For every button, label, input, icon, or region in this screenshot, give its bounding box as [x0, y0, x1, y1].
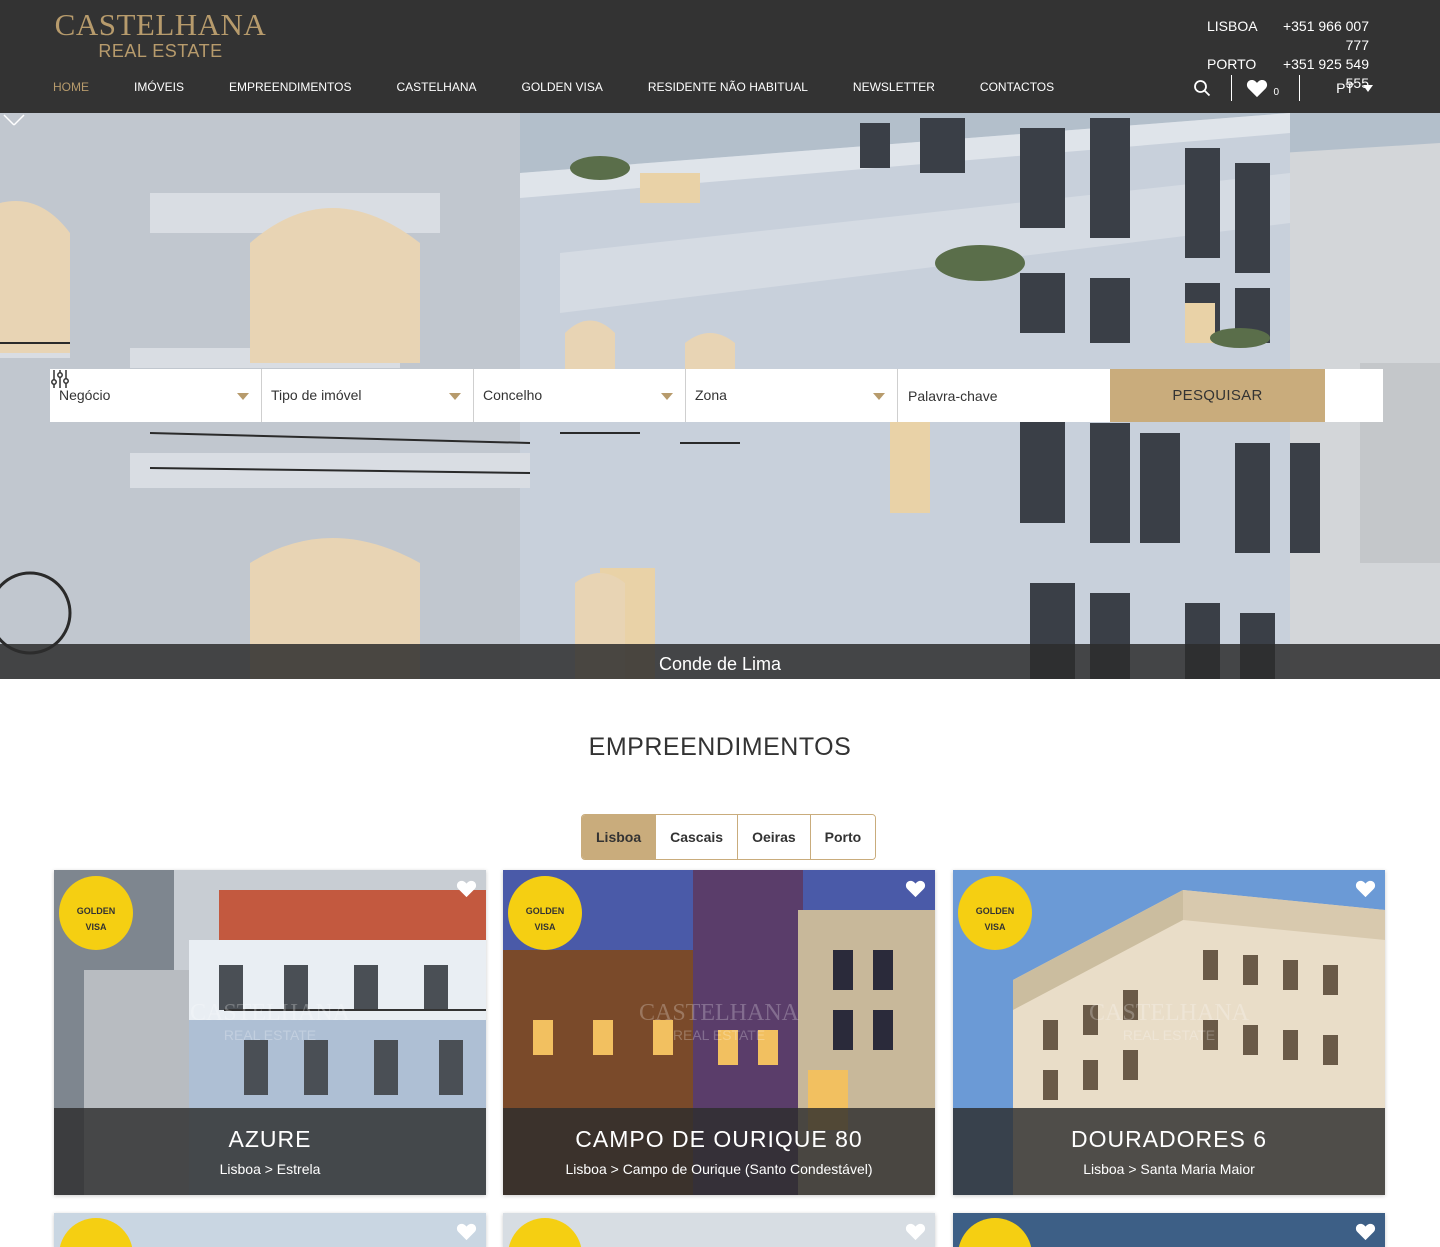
heart-icon[interactable]: [905, 879, 926, 898]
nav-imoveis[interactable]: IMÓVEIS: [134, 80, 184, 94]
badge-line: VISA: [85, 922, 107, 932]
heart-icon[interactable]: [1355, 879, 1376, 898]
card-caption: AZURE Lisboa > Estrela: [54, 1108, 486, 1195]
development-card[interactable]: CASTELHANA REAL ESTATE GOLDEN VISA AZURE …: [54, 870, 486, 1195]
card-location: Lisboa > Campo de Ourique (Santo Condest…: [565, 1161, 873, 1177]
nav-contactos[interactable]: CONTACTOS: [980, 80, 1054, 94]
business-select-label: Negócio: [59, 387, 111, 403]
watermark: CASTELHANA REAL ESTATE: [953, 1000, 1385, 1043]
nav-residente-nao-habitual[interactable]: RESIDENTE NÃO HABITUAL: [648, 80, 808, 94]
city-tabs: Lisboa Cascais Oeiras Porto: [581, 814, 877, 860]
logo-tagline: REAL ESTATE: [98, 41, 223, 61]
nav-home[interactable]: HOME: [53, 80, 89, 94]
development-card[interactable]: CASTELHANA REAL ESTATE GOLDEN VISA DOURAD…: [953, 870, 1385, 1195]
logo[interactable]: CASTELHANA REAL ESTATE: [53, 7, 268, 62]
card-caption: DOURADORES 6 Lisboa > Santa Maria Maior: [953, 1108, 1385, 1195]
zone-select[interactable]: Zona: [686, 369, 898, 422]
chevron-down-icon: [237, 393, 249, 400]
card-location: Lisboa > Santa Maria Maior: [1083, 1161, 1255, 1177]
nav-castelhana[interactable]: CASTELHANA: [396, 80, 476, 94]
heart-icon[interactable]: [1246, 78, 1268, 98]
business-select[interactable]: Negócio: [50, 369, 262, 422]
watermark: CASTELHANA REAL ESTATE: [503, 1000, 935, 1043]
search-icon[interactable]: [1193, 79, 1211, 97]
development-card[interactable]: [953, 1213, 1385, 1247]
site-header: CASTELHANA REAL ESTATE LISBOA +351 966 0…: [0, 0, 1440, 113]
watermark-name: CASTELHANA: [1089, 1000, 1249, 1026]
header-utilities: 0 PT: [1193, 75, 1373, 101]
golden-visa-badge: [958, 1218, 1032, 1247]
language-selector[interactable]: PT: [1336, 80, 1373, 96]
golden-visa-badge: GOLDEN VISA: [958, 876, 1032, 950]
zone-select-label: Zona: [695, 387, 727, 403]
golden-visa-badge: [59, 1218, 133, 1247]
hero-caption[interactable]: Conde de Lima: [0, 644, 1440, 679]
card-title: DOURADORES 6: [1070, 1126, 1268, 1152]
contact-city: LISBOA: [1207, 18, 1258, 34]
card-title: CAMPO DE OURIQUE 80: [575, 1126, 863, 1152]
development-card[interactable]: [54, 1213, 486, 1247]
tab-cascais[interactable]: Cascais: [655, 815, 738, 859]
hero-slider: Negócio Tipo de imóvel Concelho Zona PES…: [0, 113, 1440, 679]
card-caption: CAMPO DE OURIQUE 80 Lisboa > Campo de Ou…: [503, 1108, 935, 1195]
nav-empreendimentos[interactable]: EMPREENDIMENTOS: [229, 80, 351, 94]
contact-row-lisboa: LISBOA +351 966 007 777: [1207, 17, 1369, 55]
section-title: EMPREENDIMENTOS: [588, 733, 852, 761]
chevron-down-icon: [1363, 84, 1373, 92]
tab-porto[interactable]: Porto: [809, 815, 876, 859]
heart-icon[interactable]: [905, 1222, 926, 1241]
watermark-tagline: REAL ESTATE: [1122, 1027, 1216, 1043]
favorites-count: 0: [1273, 86, 1280, 98]
main-nav: HOME IMÓVEIS EMPREENDIMENTOS CASTELHANA …: [53, 80, 1099, 94]
badge-line: GOLDEN: [76, 906, 116, 916]
property-type-select-label: Tipo de imóvel: [271, 387, 362, 403]
watermark-tagline: REAL ESTATE: [223, 1027, 317, 1043]
golden-visa-badge: [508, 1218, 582, 1247]
sliders-icon: [51, 370, 69, 388]
chevron-down-icon: [449, 393, 461, 400]
card-title: AZURE: [228, 1126, 312, 1152]
search-button[interactable]: PESQUISAR: [1110, 369, 1325, 422]
nav-newsletter[interactable]: NEWSLETTER: [853, 80, 935, 94]
property-type-select[interactable]: Tipo de imóvel: [262, 369, 474, 422]
chevron-right-icon[interactable]: [0, 113, 20, 133]
chevron-down-icon: [661, 393, 673, 400]
badge-line: VISA: [534, 922, 556, 932]
heart-icon[interactable]: [456, 1222, 477, 1241]
municipality-select[interactable]: Concelho: [474, 369, 686, 422]
badge-line: GOLDEN: [525, 906, 565, 916]
tab-lisboa[interactable]: Lisboa: [582, 815, 656, 859]
badge-line: VISA: [984, 922, 1006, 932]
watermark: CASTELHANA REAL ESTATE: [54, 1000, 486, 1043]
development-card[interactable]: [503, 1213, 935, 1247]
watermark-name: CASTELHANA: [190, 1000, 350, 1026]
development-card[interactable]: CASTELHANA REAL ESTATE GOLDEN VISA CAMPO …: [503, 870, 935, 1195]
divider: [1299, 75, 1301, 101]
advanced-filter-button[interactable]: [51, 369, 1380, 422]
golden-visa-badge: GOLDEN VISA: [59, 876, 133, 950]
property-search-bar: Negócio Tipo de imóvel Concelho Zona PES…: [50, 369, 1383, 422]
keyword-input[interactable]: [898, 369, 1110, 422]
badge-line: GOLDEN: [975, 906, 1015, 916]
chevron-down-icon: [873, 393, 885, 400]
watermark-name: CASTELHANA: [639, 1000, 799, 1026]
tab-oeiras[interactable]: Oeiras: [737, 815, 810, 859]
heart-icon[interactable]: [456, 879, 477, 898]
golden-visa-badge: GOLDEN VISA: [508, 876, 582, 950]
nav-golden-visa[interactable]: GOLDEN VISA: [522, 80, 603, 94]
card-location: Lisboa > Estrela: [219, 1161, 321, 1177]
divider: [1230, 75, 1232, 101]
language-label: PT: [1336, 80, 1354, 96]
contact-phone[interactable]: +351 966 007 777: [1263, 17, 1369, 55]
logo-name: CASTELHANA: [54, 7, 267, 42]
watermark-tagline: REAL ESTATE: [672, 1027, 766, 1043]
municipality-select-label: Concelho: [483, 387, 543, 403]
heart-icon[interactable]: [1355, 1222, 1376, 1241]
